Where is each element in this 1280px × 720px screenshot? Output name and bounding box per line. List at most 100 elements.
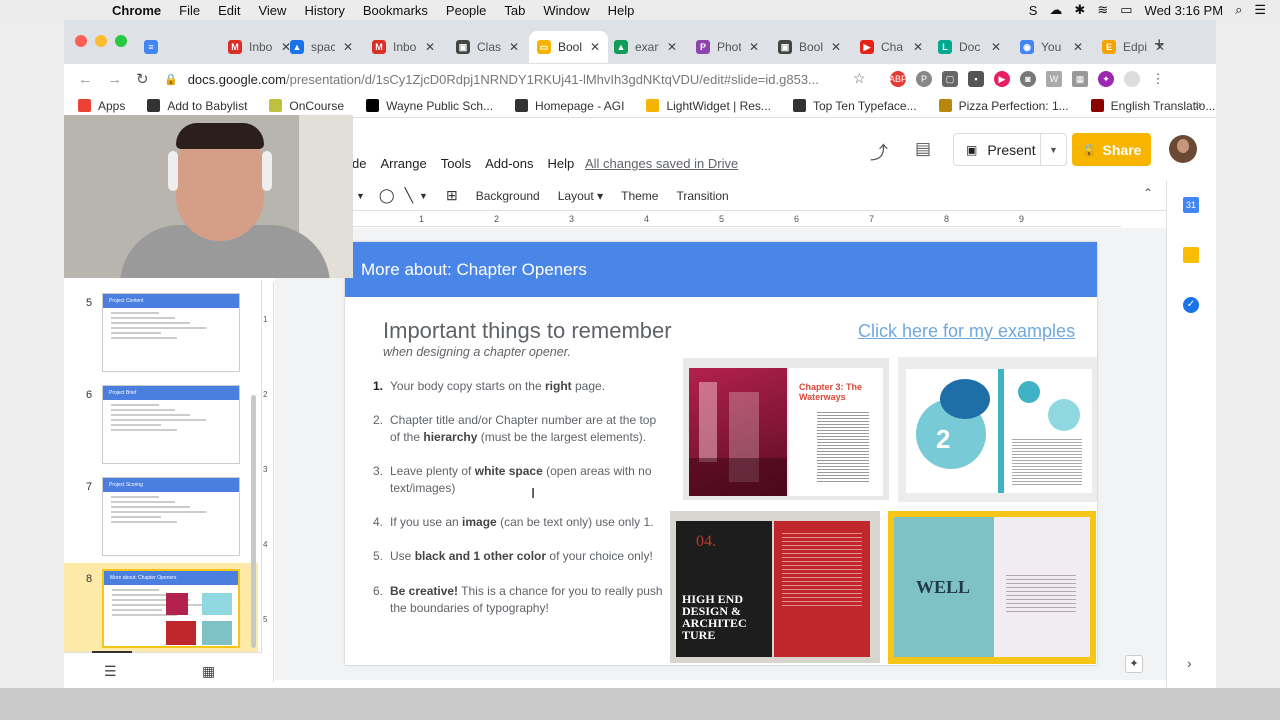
bookmark-item[interactable]: Apps	[78, 99, 125, 113]
filmstrip-scrollbar[interactable]	[251, 395, 256, 648]
list-item[interactable]: 1. Your body copy starts on the right pag…	[367, 378, 667, 395]
extension-icon-5[interactable]: ▦	[1072, 71, 1088, 87]
slide-image-waterways[interactable]: Chapter 3: The Waterways	[683, 358, 889, 500]
bookmark-item[interactable]: Wayne Public Sch...	[366, 99, 493, 113]
profile-icon[interactable]	[1124, 71, 1140, 87]
kebab-menu-icon[interactable]: ⋮	[1150, 71, 1166, 87]
slide-image-bird[interactable]: 2	[898, 357, 1097, 502]
browser-tab[interactable]: ◉ You ✕	[1020, 31, 1083, 63]
browser-tab[interactable]: ▣ Bool ✕	[778, 31, 841, 63]
close-tab-icon[interactable]: ✕	[425, 40, 435, 54]
extension-icon-2[interactable]: ▪	[968, 71, 984, 87]
tasks-icon[interactable]: ✓	[1183, 297, 1199, 313]
bookmark-star-icon[interactable]: ☆	[853, 70, 866, 87]
menu-tab[interactable]: Tab	[504, 3, 525, 18]
browser-tab[interactable]: L Doc ✕	[938, 31, 1001, 63]
bookmark-item[interactable]: Add to Babylist	[147, 99, 247, 113]
present-button[interactable]: ▣ Present ▼	[953, 133, 1067, 166]
slide-thumbnail[interactable]: Project Brief	[102, 385, 240, 464]
close-tab-icon[interactable]: ✕	[831, 40, 841, 54]
menu-arrange[interactable]: Arrange	[380, 156, 426, 171]
clock[interactable]: Wed 3:16 PM	[1145, 3, 1224, 18]
pinterest-icon[interactable]: P	[916, 71, 932, 87]
slide-thumbnail[interactable]: Project Content	[102, 293, 240, 372]
bookmark-item[interactable]: LightWidget | Res...	[646, 99, 771, 113]
present-dropdown-icon[interactable]: ▼	[1040, 134, 1066, 165]
add-comment-icon[interactable]: ⊞	[446, 187, 458, 204]
adblock-icon[interactable]: ABP	[889, 71, 907, 87]
forward-icon[interactable]: →	[107, 71, 122, 88]
menu-tools[interactable]: Tools	[441, 156, 471, 171]
slide-title[interactable]: Important things to remember	[383, 318, 672, 344]
menu-bookmarks[interactable]: Bookmarks	[363, 3, 428, 18]
menu-people[interactable]: People	[446, 3, 486, 18]
spotlight-icon[interactable]: ⌕	[1235, 2, 1242, 18]
extension-icon-4[interactable]: W	[1046, 71, 1062, 87]
account-avatar[interactable]	[1169, 135, 1197, 163]
menu-edit[interactable]: Edit	[218, 3, 240, 18]
close-tab-icon[interactable]: ✕	[913, 40, 923, 54]
save-status[interactable]: All changes saved in Drive	[585, 156, 738, 171]
close-tab-icon[interactable]: ✕	[509, 40, 519, 54]
notification-center-icon[interactable]: ☰	[1254, 2, 1266, 18]
slide-image-well[interactable]: WELL	[888, 511, 1096, 664]
menu-help[interactable]: Help	[608, 3, 635, 18]
line-icon[interactable]: ╲	[405, 187, 413, 204]
keep-icon[interactable]	[1183, 247, 1199, 263]
comments-icon[interactable]: ▤	[915, 139, 931, 159]
menu-view[interactable]: View	[258, 3, 286, 18]
slide-thumbnail[interactable]: More about: Chapter Openers	[102, 569, 240, 648]
slide-subtitle[interactable]: when designing a chapter opener.	[383, 345, 571, 359]
examples-link[interactable]: Click here for my examples	[858, 321, 1075, 342]
calendar-icon[interactable]: 31	[1183, 197, 1199, 213]
browser-tab[interactable]: ▶ Cha ✕	[860, 31, 923, 63]
creative-cloud-icon[interactable]: ☁	[1049, 2, 1062, 18]
camera-icon[interactable]: ◙	[1020, 71, 1036, 87]
bluetooth-icon[interactable]: ✱	[1074, 2, 1085, 18]
slide-header[interactable]: More about: Chapter Openers	[345, 242, 1097, 297]
tab-docs-icon[interactable]: ≡	[144, 31, 165, 63]
browser-tab[interactable]: ▲ spac ✕	[290, 31, 353, 63]
list-item[interactable]: 6. Be creative! This is a chance for you …	[367, 583, 667, 617]
bookmark-item[interactable]: Homepage - AGI	[515, 99, 624, 113]
shape-icon[interactable]: ◯	[379, 187, 395, 204]
close-tab-icon[interactable]: ✕	[590, 40, 600, 54]
close-tab-icon[interactable]: ✕	[667, 40, 677, 54]
browser-tab[interactable]: ▣ Clas ✕	[456, 31, 519, 63]
menu-window[interactable]: Window	[543, 3, 589, 18]
expand-panel-icon[interactable]: ›	[1187, 655, 1192, 671]
list-item[interactable]: 3. Leave plenty of white space (open area…	[367, 463, 667, 497]
browser-tab[interactable]: M Inbo ✕	[228, 31, 291, 63]
browser-tab[interactable]: ▭ Bool ✕	[529, 31, 609, 63]
share-button[interactable]: 🔒 Share	[1072, 133, 1151, 166]
explore-icon[interactable]: ✦	[1125, 655, 1143, 673]
battery-icon[interactable]: ▭	[1120, 2, 1132, 18]
menu-slide-partial[interactable]: de	[352, 156, 366, 171]
extension-icon-6[interactable]: ✦	[1098, 71, 1114, 87]
close-tab-icon[interactable]: ✕	[749, 40, 759, 54]
slide-thumbnail[interactable]: Project Scoring	[102, 477, 240, 556]
list-item[interactable]: 2. Chapter title and/or Chapter number ar…	[367, 412, 667, 446]
bookmark-item[interactable]: Top Ten Typeface...	[792, 99, 917, 113]
close-tab-icon[interactable]: ✕	[1073, 40, 1083, 54]
bookmark-item[interactable]: OnCourse	[269, 99, 344, 113]
back-icon[interactable]: ←	[78, 71, 93, 88]
wifi-icon[interactable]: ≋	[1097, 2, 1108, 18]
list-item[interactable]: 5. Use black and 1 other color of your ch…	[367, 548, 667, 565]
menu-app-name[interactable]: Chrome	[112, 3, 161, 18]
line-dropdown-icon[interactable]: ▼	[419, 191, 428, 201]
extension-icon[interactable]: ▢	[942, 71, 958, 87]
slide-image-architecture[interactable]: 04. HIGH END DESIGN & ARCHITEC TURE	[670, 511, 880, 663]
background-button[interactable]: Background	[476, 189, 540, 203]
activity-icon[interactable]: ⤴	[870, 139, 888, 165]
list-item[interactable]: 4. If you use an image (can be text only)…	[367, 514, 667, 531]
collapse-toolbar-icon[interactable]: ⌃	[1143, 186, 1153, 200]
theme-button[interactable]: Theme	[621, 189, 658, 203]
close-tab-icon[interactable]: ✕	[343, 40, 353, 54]
close-window-button[interactable]	[75, 35, 87, 47]
extension-icon-3[interactable]: ▶	[994, 71, 1010, 87]
select-dropdown-icon[interactable]: ▼	[356, 191, 365, 201]
close-tab-icon[interactable]: ✕	[991, 40, 1001, 54]
reload-icon[interactable]: ↻	[136, 70, 149, 88]
maximize-window-button[interactable]	[115, 35, 127, 47]
